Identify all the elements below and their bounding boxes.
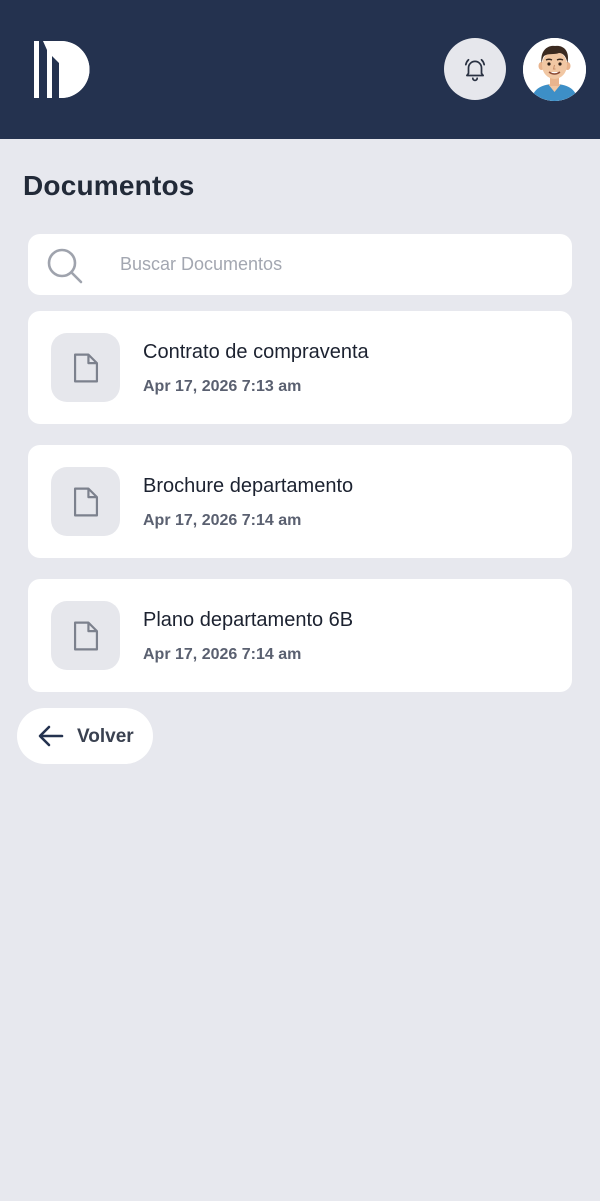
document-date: Apr 17, 2026 7:14 am [143, 646, 302, 663]
app-header [0, 0, 600, 139]
avatar-illustration [523, 38, 586, 101]
back-button[interactable]: Volver [17, 708, 153, 764]
back-label: Volver [77, 726, 134, 747]
page-title: Documentos [23, 170, 195, 201]
file-icon [73, 353, 98, 382]
search-box[interactable] [28, 234, 572, 295]
document-date: Apr 17, 2026 7:14 am [143, 512, 302, 529]
file-icon [73, 621, 98, 650]
document-title: Contrato de compraventa [143, 341, 369, 363]
document-icon-tile [51, 467, 120, 536]
bell-icon [464, 58, 486, 82]
search-icon [47, 248, 83, 284]
document-card[interactable]: Contrato de compraventa Apr 17, 2026 7:1… [28, 311, 572, 424]
document-card[interactable]: Plano departamento 6B Apr 17, 2026 7:14 … [28, 579, 572, 692]
document-icon-tile [51, 333, 120, 402]
brand-logo-icon[interactable] [31, 38, 95, 102]
file-icon [73, 487, 98, 516]
user-avatar[interactable] [523, 38, 586, 101]
arrow-left-icon [38, 725, 64, 747]
document-title: Brochure departamento [143, 475, 354, 497]
notifications-button[interactable] [444, 38, 506, 100]
document-title: Plano departamento 6B [143, 609, 354, 631]
document-card[interactable]: Brochure departamento Apr 17, 2026 7:14 … [28, 445, 572, 558]
document-date: Apr 17, 2026 7:13 am [143, 378, 302, 395]
search-input[interactable] [120, 234, 560, 295]
document-list: Contrato de compraventa Apr 17, 2026 7:1… [28, 311, 572, 713]
document-icon-tile [51, 601, 120, 670]
